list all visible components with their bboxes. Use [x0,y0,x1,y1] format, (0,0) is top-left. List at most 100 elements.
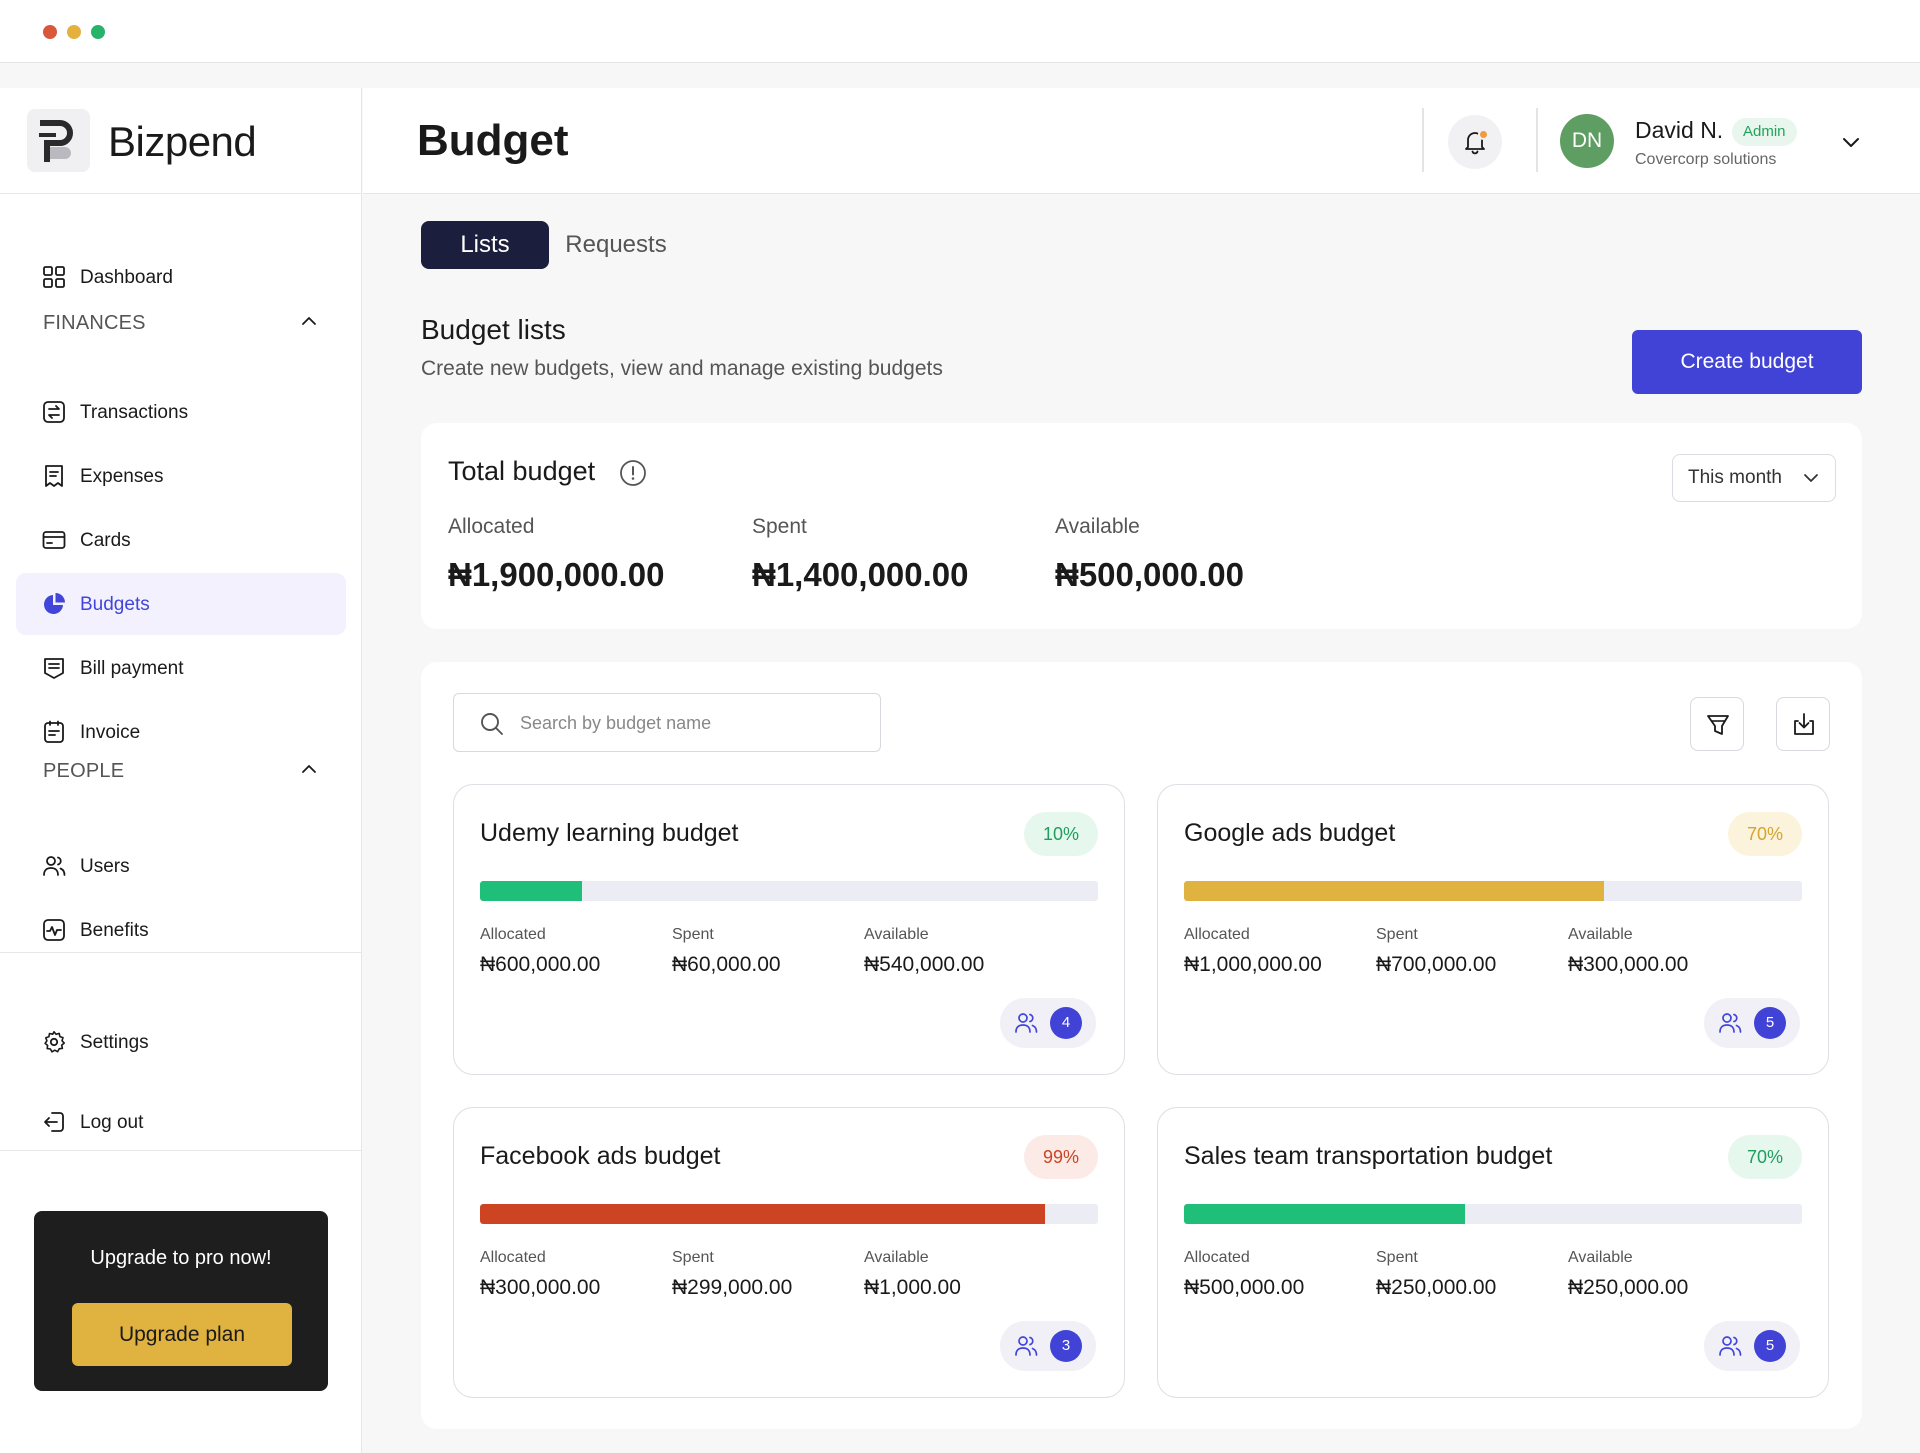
logout-icon [44,1112,64,1132]
spent-label: Spent [1376,1249,1418,1266]
sidebar-item-label: Budgets [80,594,150,615]
spent-value: ₦299,000.00 [672,1276,793,1299]
total-budget-title: Total budget [448,456,596,486]
sidebar-item-settings[interactable]: Settings [16,1011,346,1073]
progress-fill [1184,1204,1466,1224]
sidebar: Bizpend Dashboard FINANCES Transactions … [0,88,362,1453]
percent-badge: 70% [1728,1135,1802,1179]
avatar[interactable]: DN [1560,114,1614,168]
role-badge: Admin [1732,118,1797,146]
search-icon [481,713,503,735]
members-button[interactable]: 4 [1000,998,1096,1048]
budget-name: Udemy learning budget [480,819,739,847]
progress-track [480,881,1098,901]
allocated-value: ₦600,000.00 [480,953,601,976]
available-value: ₦250,000.00 [1568,1276,1689,1299]
members-button[interactable]: 5 [1704,1321,1800,1371]
sidebar-item-users[interactable]: Users [16,835,346,897]
member-count: 3 [1050,1330,1082,1362]
info-icon[interactable] [619,459,647,487]
tab-requests[interactable]: Requests [549,221,683,269]
available-label: Available [1055,515,1140,538]
budget-card[interactable]: Google ads budget 70% Allocated ₦1,000,0… [1157,784,1829,1075]
header-divider [1422,108,1424,172]
budget-name: Google ads budget [1184,819,1396,847]
period-value: This month [1688,467,1782,488]
total-budget-card: Total budget This month Allocated ₦1,900… [421,423,1862,629]
budget-list-panel: Udemy learning budget 10% Allocated ₦600… [421,662,1862,1429]
budget-name: Sales team transportation budget [1184,1142,1553,1170]
member-count: 5 [1754,1007,1786,1039]
sidebar-item-label: Log out [80,1112,144,1133]
create-budget-button[interactable]: Create budget [1632,330,1862,394]
sidebar-item-expenses[interactable]: Expenses [16,445,346,507]
allocated-value: ₦300,000.00 [480,1276,601,1299]
users-icon [43,856,66,876]
spent-value: ₦250,000.00 [1376,1276,1497,1299]
brand-name: Bizpend [108,118,257,165]
chevron-up-icon[interactable] [298,310,320,332]
sidebar-item-budgets[interactable]: Budgets [16,573,346,635]
sidebar-item-label: Dashboard [80,267,173,288]
users-icon [1719,1336,1742,1356]
sidebar-item-invoice[interactable]: Invoice [16,701,346,763]
window-titlebar [0,0,1920,63]
notifications-button[interactable] [1448,115,1502,169]
sidebar-item-dashboard[interactable]: Dashboard [16,246,346,308]
sidebar-divider [0,1150,362,1151]
search-box [453,693,881,752]
page-title: Budget [417,116,569,165]
member-count: 4 [1050,1007,1082,1039]
budget-card[interactable]: Udemy learning budget 10% Allocated ₦600… [453,784,1125,1075]
window-maximize-button[interactable] [91,25,105,39]
percent-badge: 70% [1728,812,1802,856]
budget-card[interactable]: Sales team transportation budget 70% All… [1157,1107,1829,1398]
chevron-down-icon [1804,474,1818,482]
available-value: ₦1,000.00 [864,1276,961,1299]
window-minimize-button[interactable] [67,25,81,39]
card-icon [42,531,66,549]
sidebar-item-label: Expenses [80,466,164,487]
header-divider [1536,108,1538,172]
spent-value: ₦1,400,000.00 [752,556,969,593]
sidebar-item-bill-payment[interactable]: Bill payment [16,637,346,699]
bill-icon [44,658,64,679]
allocated-value: ₦1,000,000.00 [1184,953,1322,976]
sidebar-item-label: Bill payment [80,658,184,679]
user-org: Covercorp solutions [1635,151,1777,168]
people-section-heading: PEOPLE [43,760,125,782]
progress-fill [1184,881,1605,901]
bizpend-logo-icon[interactable] [27,109,90,172]
tab-lists[interactable]: Lists [421,221,549,269]
spent-value: ₦60,000.00 [672,953,781,976]
sidebar-item-label: Settings [80,1032,149,1053]
upgrade-promo: Upgrade to pro now! Upgrade plan [34,1211,328,1391]
window-close-button[interactable] [43,25,57,39]
search-input[interactable] [520,706,860,740]
filter-button[interactable] [1690,697,1744,751]
members-button[interactable]: 3 [1000,1321,1096,1371]
budget-card[interactable]: Facebook ads budget 99% Allocated ₦300,0… [453,1107,1125,1398]
progress-track [480,1204,1098,1224]
spent-label: Spent [1376,926,1418,943]
receipt-icon [45,465,63,487]
upgrade-plan-button[interactable]: Upgrade plan [72,1303,292,1366]
period-select[interactable]: This month [1672,454,1836,502]
members-button[interactable]: 5 [1704,998,1800,1048]
sidebar-item-cards[interactable]: Cards [16,509,346,571]
progress-track [1184,881,1802,901]
chevron-up-icon[interactable] [298,758,320,780]
budget-name: Facebook ads budget [480,1142,721,1170]
member-count: 5 [1754,1330,1786,1362]
spent-label: Spent [672,1249,714,1266]
users-icon [1015,1013,1038,1033]
download-button[interactable] [1776,697,1830,751]
available-label: Available [864,926,929,943]
chevron-down-icon[interactable] [1839,130,1863,154]
invoice-icon [44,720,64,743]
download-icon [1794,713,1814,735]
sidebar-item-transactions[interactable]: Transactions [16,381,346,443]
benefits-icon [43,919,65,941]
sidebar-item-logout[interactable]: Log out [16,1091,346,1153]
sidebar-divider [0,952,362,953]
